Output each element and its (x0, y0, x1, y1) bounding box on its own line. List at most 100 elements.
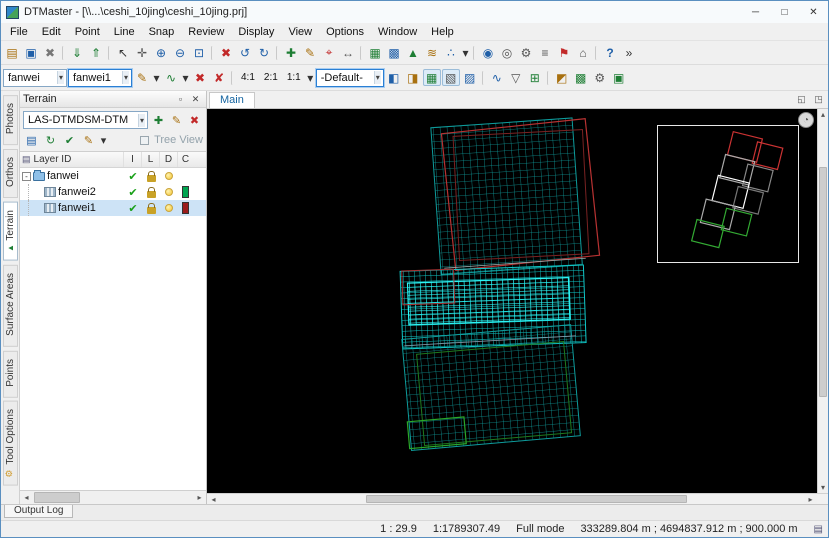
add-point-icon[interactable]: ✚ (282, 44, 300, 61)
export-data-icon[interactable]: ⇑ (87, 44, 105, 61)
layer-tools-caret-icon[interactable]: ▾ (99, 132, 108, 148)
zoom-ratio-2-1[interactable]: 2:1 (260, 70, 282, 85)
menu-item-review[interactable]: Review (181, 25, 231, 39)
tree-expander-icon[interactable]: - (22, 171, 31, 181)
menu-item-options[interactable]: Options (319, 25, 371, 39)
zoom-in-icon[interactable]: ⊕ (152, 44, 170, 61)
interpolation-icon[interactable]: ◧ (385, 69, 403, 86)
redo-icon[interactable]: ↻ (255, 44, 273, 61)
scroll-left-icon[interactable]: ◂ (207, 494, 220, 504)
import-check-icon[interactable]: ✔ (128, 186, 137, 199)
zoom-out-icon[interactable]: ⊖ (171, 44, 189, 61)
validate-layers-icon[interactable]: ✔ (61, 132, 78, 148)
settings-gear-icon[interactable]: ⚙ (517, 44, 535, 61)
add-terrain-icon[interactable]: ✚ (150, 112, 167, 128)
chevron-down-icon[interactable]: ▾ (56, 71, 64, 84)
screenshot-icon[interactable]: ▣ (610, 69, 628, 86)
grid-toggle-icon[interactable]: ▦ (422, 69, 441, 86)
horizontal-scrollbar[interactable]: ◂ ▸ (207, 493, 828, 504)
clipboard-icon[interactable]: ▤ (814, 524, 823, 535)
snap-marker-icon[interactable]: ⌖ (320, 44, 338, 61)
terrain-canvas[interactable]: ◔ (207, 109, 817, 493)
table-row-fanwei[interactable]: - fanwei ✔ (20, 168, 206, 184)
pin-icon[interactable]: ▫ (173, 92, 188, 106)
tab-main[interactable]: Main (209, 92, 255, 108)
column-header-lock[interactable]: L (142, 152, 160, 167)
mono-view-icon[interactable]: ◎ (498, 44, 516, 61)
edit-boundary-icon[interactable]: ✎ (133, 69, 151, 86)
flag-icon[interactable]: ⚑ (555, 44, 573, 61)
edit-terrain-icon[interactable]: ✎ (168, 112, 185, 128)
column-header-display[interactable]: D (160, 152, 178, 167)
draw-polyline-icon[interactable]: ∿ (162, 69, 180, 86)
texture-icon[interactable]: ▩ (572, 69, 590, 86)
lock-icon[interactable] (146, 202, 156, 214)
hillshade-icon[interactable]: ◨ (404, 69, 422, 86)
delete-feature-icon[interactable]: ✖ (191, 69, 209, 86)
open-project-icon[interactable]: ▤ (3, 44, 21, 61)
view-navigator-icon[interactable]: ◔ (798, 112, 814, 128)
stereo-view-icon[interactable]: ◉ (479, 44, 497, 61)
terrain-display-icon[interactable]: ▲ (404, 44, 422, 61)
point-cloud-icon[interactable]: ∴ (442, 44, 460, 61)
close-project-icon[interactable]: ✖ (41, 44, 59, 61)
import-check-icon[interactable]: ✔ (128, 170, 137, 183)
import-data-icon[interactable]: ⇓ (68, 44, 86, 61)
menu-item-display[interactable]: Display (231, 25, 281, 39)
layer-color-swatch[interactable] (182, 186, 189, 198)
sidebar-tab-terrain[interactable]: ▲ Terrain (2, 202, 18, 261)
draw-polyline-caret-icon[interactable]: ▾ (181, 69, 190, 86)
scroll-right-icon[interactable]: ▸ (193, 491, 206, 504)
scrollbar-thumb[interactable] (366, 495, 688, 503)
tin-toggle-icon[interactable]: ▧ (441, 69, 460, 86)
vertical-scrollbar[interactable]: ▴ ▾ (817, 109, 828, 493)
visibility-bulb-icon[interactable] (165, 188, 173, 196)
home-view-icon[interactable]: ⌂ (574, 44, 592, 61)
column-header-import[interactable]: I (124, 152, 142, 167)
sidebar-tab-tool-options[interactable]: ⚙ Tool Options (2, 401, 18, 486)
lock-icon[interactable] (146, 170, 156, 182)
contour-display-icon[interactable]: ≋ (423, 44, 441, 61)
maximize-button[interactable]: □ (770, 1, 799, 23)
edit-boundary-caret-icon[interactable]: ▾ (152, 69, 161, 86)
output-log-tab[interactable]: Output Log (4, 505, 74, 518)
layer-list-icon[interactable]: ≡ (536, 44, 554, 61)
scrollbar-thumb[interactable] (34, 492, 80, 503)
maximize-view-icon[interactable]: ◳ (811, 92, 826, 106)
sidebar-tab-photos[interactable]: Photos (2, 95, 18, 146)
scroll-down-icon[interactable]: ▾ (818, 482, 828, 493)
classify-tool-icon[interactable]: ⊞ (526, 69, 544, 86)
save-project-icon[interactable]: ▣ (22, 44, 40, 61)
default-style-combo[interactable]: -Default- ▾ (315, 68, 384, 87)
table-row-fanwei2[interactable]: fanwei2 ✔ (20, 184, 206, 200)
delete-icon[interactable]: ✖ (217, 44, 235, 61)
filter-tool-icon[interactable]: ▽ (507, 69, 525, 86)
scroll-up-icon[interactable]: ▴ (818, 109, 828, 120)
terrain-model-combo[interactable]: LAS-DTMDSM-DTM ▾ (23, 111, 148, 129)
edit-attributes-icon[interactable]: ✎ (80, 132, 97, 148)
menu-item-view[interactable]: View (281, 25, 319, 39)
lock-icon[interactable] (146, 186, 156, 198)
panel-horizontal-scrollbar[interactable]: ◂ ▸ (20, 490, 206, 504)
overview-map[interactable] (657, 125, 799, 263)
menu-item-snap[interactable]: Snap (142, 25, 182, 39)
display-caret-icon[interactable]: ▾ (461, 44, 470, 61)
layer-combo[interactable]: fanwei1 ▾ (68, 68, 132, 87)
visibility-bulb-icon[interactable] (165, 204, 173, 212)
close-panel-icon[interactable]: ✕ (188, 92, 203, 106)
undo-icon[interactable]: ↺ (236, 44, 254, 61)
layer-color-swatch[interactable] (182, 202, 189, 214)
menu-item-window[interactable]: Window (371, 25, 424, 39)
column-header-layer-id[interactable]: ▤ Layer ID (20, 152, 124, 167)
undock-view-icon[interactable]: ◱ (794, 92, 809, 106)
delete-terrain-icon[interactable]: ✖ (186, 112, 203, 128)
save-edits-icon[interactable]: ▤ (23, 132, 40, 148)
scrollbar-thumb[interactable] (819, 167, 827, 397)
refresh-layers-icon[interactable]: ↻ (42, 132, 59, 148)
visibility-bulb-icon[interactable] (165, 172, 173, 180)
view-gear-icon[interactable]: ⚙ (591, 69, 609, 86)
dtm-toggle-icon[interactable]: ▨ (461, 69, 479, 86)
smooth-tool-icon[interactable]: ∿ (488, 69, 506, 86)
zoom-extents-icon[interactable]: ⊡ (190, 44, 208, 61)
boundary-combo[interactable]: fanwei ▾ (3, 68, 67, 87)
